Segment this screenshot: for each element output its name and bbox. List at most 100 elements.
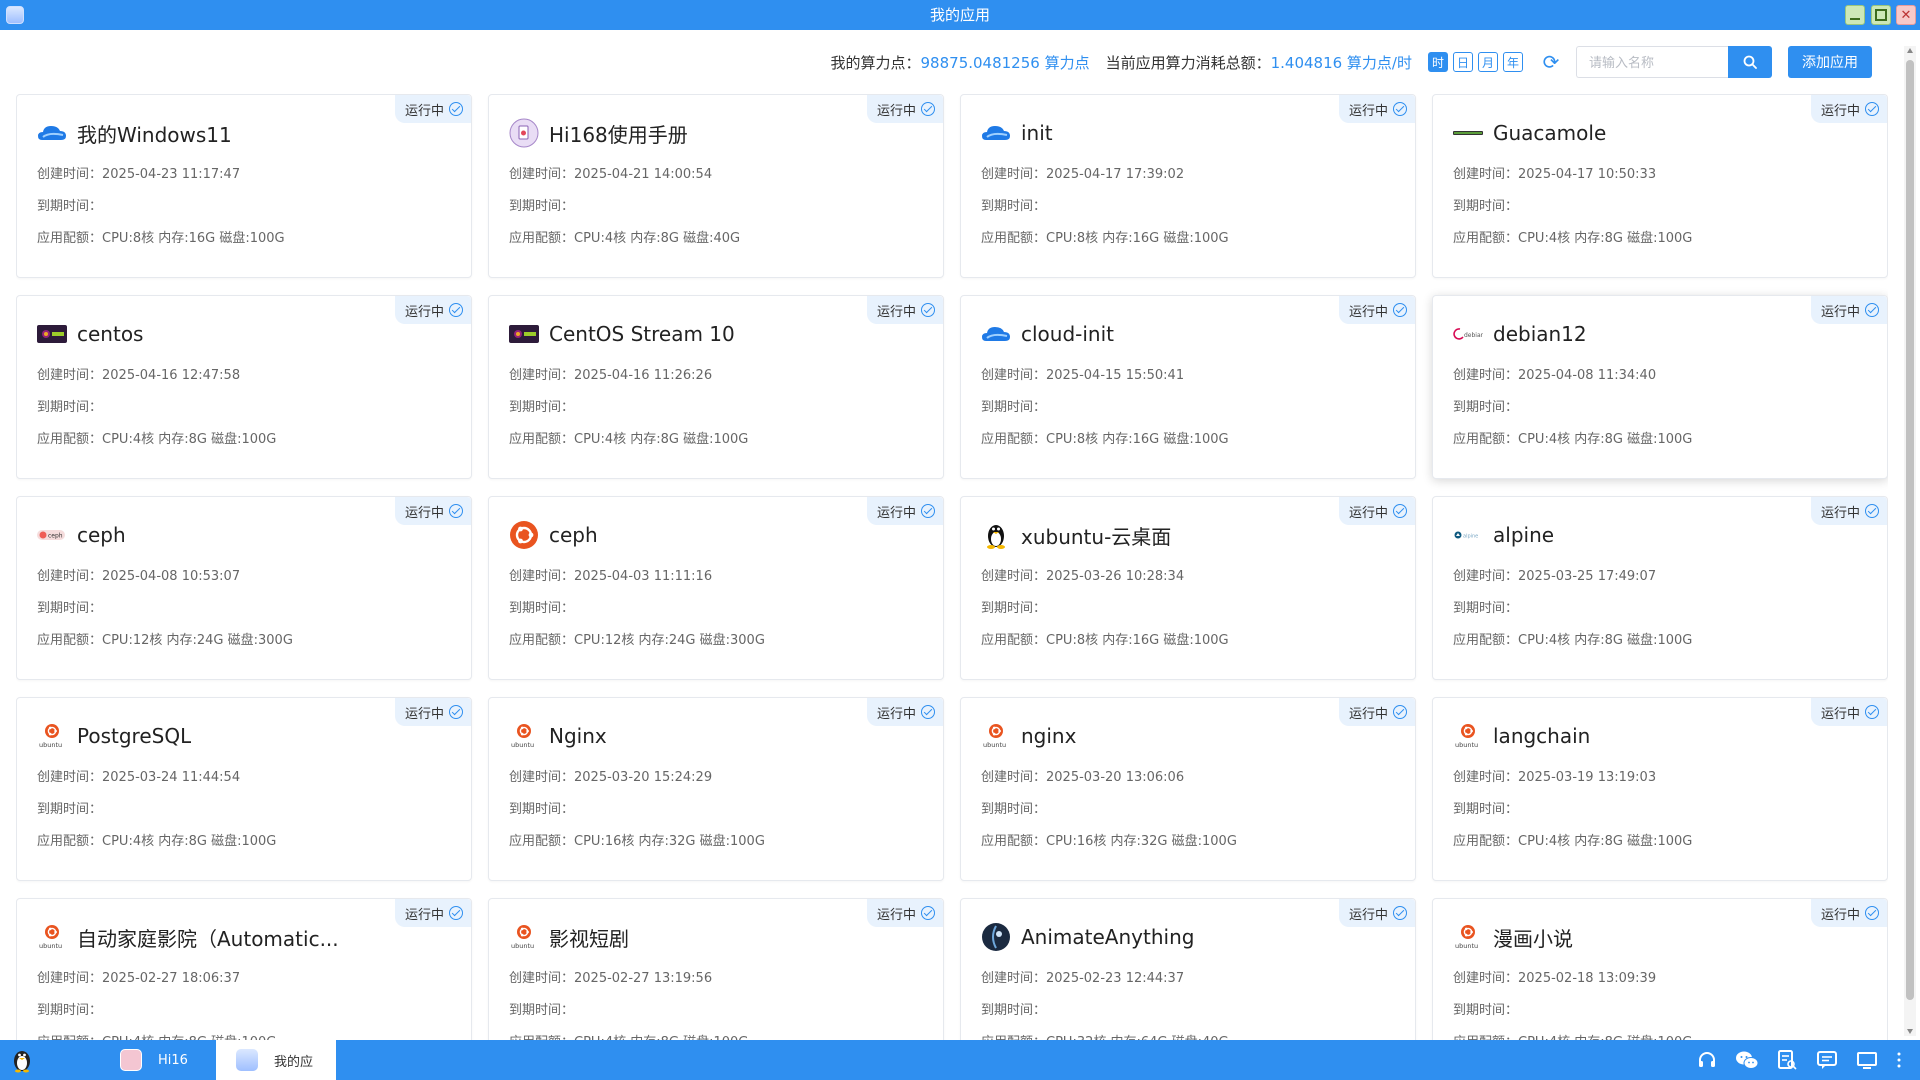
app-name[interactable]: 漫画小说 [1493,923,1573,952]
taskbar-item-my-apps[interactable]: 我的应 [216,1040,336,1080]
search-input[interactable] [1576,46,1728,78]
app-name[interactable]: ceph [549,523,598,547]
scrollbar-thumb[interactable] [1906,60,1914,1000]
app-card[interactable]: 运行中 ubuntu langchain 创建时间：2025-03-19 13:19:… [1432,697,1888,881]
search-button[interactable] [1728,46,1772,78]
config-value: CPU:8核 内存:16G 磁盘:100G [102,231,285,246]
app-quota: 应用配额：CPU:8核 内存:16G 磁盘:100G [981,428,1229,447]
document-search-icon[interactable] [1774,1047,1800,1073]
app-name[interactable]: cloud-init [1021,322,1114,346]
check-circle-icon [449,102,463,116]
app-card[interactable]: 运行中 我的Windows11 创建时间：2025-04-23 11:17:47 到期… [16,94,472,278]
app-card[interactable]: 运行中 alpine alpine 创建时间：2025-03-25 17:49:07 到… [1432,496,1888,680]
app-card[interactable]: 运行中 xubuntu-云桌面 创建时间：2025-03-26 10:28:34 到期… [960,496,1416,680]
status-badge: 运行中 [866,899,943,927]
headset-icon[interactable] [1694,1047,1720,1073]
period-month-button[interactable]: 月 [1478,52,1498,72]
scroll-up-icon[interactable] [1907,48,1913,53]
app-card[interactable]: 运行中 ceph 创建时间：2025-04-03 11:11:16 到期时间： 应用配额… [488,496,944,680]
ubuntu-icon: ubuntu [509,922,539,952]
taskbar-item-hi168[interactable]: Hi16 [120,1040,216,1080]
status-badge: 运行中 [1810,698,1887,726]
app-card[interactable]: 运行中 AnimateAnything 创建时间：2025-02-23 12:44:… [960,898,1416,1040]
check-circle-icon [1865,102,1879,116]
expire-label: 到期时间： [509,802,575,817]
app-quota: 应用配额：CPU:4核 内存:8G 磁盘:100G [37,428,276,447]
app-quota: 应用配额：CPU:16核 内存:32G 磁盘:100G [981,830,1237,849]
app-card[interactable]: 运行中 CentOS Stream 10 创建时间：2025-04-16 11:26… [488,295,944,479]
status-label: 运行中 [1348,505,1388,521]
app-card[interactable]: 运行中 centos 创建时间：2025-04-16 12:47:58 到期时间： 应用… [16,295,472,479]
wechat-icon[interactable] [1734,1047,1760,1073]
app-name[interactable]: xubuntu-云桌面 [1021,521,1171,550]
penguin-icon [14,1051,30,1073]
created-label: 创建时间： [509,368,575,383]
card-header: ubuntu 自动家庭影院（Automatic... [37,921,341,953]
maximize-button[interactable] [1871,5,1891,25]
app-name[interactable]: 自动家庭影院（Automatic... [77,923,339,952]
more-icon[interactable] [1886,1047,1912,1073]
app-quota: 应用配额：CPU:4核 内存:8G 磁盘:100G [37,1031,276,1040]
created-value: 2025-03-19 13:19:03 [1518,770,1657,785]
scroll-down-icon[interactable] [1907,1029,1913,1034]
app-quota: 应用配额：CPU:4核 内存:8G 磁盘:100G [37,830,276,849]
minimize-button[interactable] [1845,5,1865,25]
app-name[interactable]: centos [77,322,143,346]
created-label: 创建时间： [37,167,103,182]
app-name[interactable]: AnimateAnything [1021,925,1194,949]
app-card[interactable]: 运行中 ubuntu Nginx 创建时间：2025-03-20 15:24:29 到期… [488,697,944,881]
vertical-scrollbar[interactable] [1904,46,1916,1036]
app-card[interactable]: 运行中 ubuntu 漫画小说 创建时间：2025-02-18 13:09:39 到期时… [1432,898,1888,1040]
app-card[interactable]: 运行中 cloud-init 创建时间：2025-04-15 15:50:41 到期时… [960,295,1416,479]
check-circle-icon [1865,906,1879,920]
app-card[interactable]: 运行中 ubuntu nginx 创建时间：2025-03-20 13:06:06 到期… [960,697,1416,881]
config-label: 应用配额： [509,633,575,648]
refresh-icon[interactable]: ⟳ [1540,51,1562,73]
app-name[interactable]: Nginx [549,724,607,748]
app-name[interactable]: PostgreSQL [77,724,191,748]
card-header: Guacamole [1453,117,1757,149]
app-card[interactable]: 运行中 ubuntu 自动家庭影院（Automatic... 创建时间：2025-02… [16,898,472,1040]
app-name[interactable]: alpine [1493,523,1554,547]
period-day-button[interactable]: 日 [1453,52,1473,72]
app-card[interactable]: 运行中 Guacamole 创建时间：2025-04-17 10:50:33 到期时间… [1432,94,1888,278]
app-card[interactable]: 运行中 debian debian12 创建时间：2025-04-08 11:34:4… [1432,295,1888,479]
created-value: 2025-03-25 17:49:07 [1518,569,1657,584]
status-badge: 运行中 [394,95,471,123]
app-name[interactable]: 影视短剧 [549,923,629,952]
debian-icon: debian [1453,319,1483,349]
card-header: ubuntu nginx [981,720,1285,752]
period-year-button[interactable]: 年 [1503,52,1523,72]
app-card[interactable]: 运行中 ubuntu 影视短剧 创建时间：2025-02-27 13:19:56 到期时… [488,898,944,1040]
app-card[interactable]: 运行中 ceph ceph 创建时间：2025-04-08 10:53:07 到期时间：… [16,496,472,680]
app-card[interactable]: 运行中 init 创建时间：2025-04-17 17:39:02 到期时间： 应用配额… [960,94,1416,278]
app-name[interactable]: Guacamole [1493,121,1606,145]
chat-icon[interactable] [1814,1047,1840,1073]
app-card[interactable]: 运行中 ubuntu PostgreSQL 创建时间：2025-03-24 11:44… [16,697,472,881]
expire-time: 到期时间： [37,195,102,214]
start-button[interactable] [8,1046,36,1074]
period-hour-button[interactable]: 时 [1428,52,1448,72]
card-header: Hi168使用手册 [509,117,813,149]
app-name[interactable]: Hi168使用手册 [549,119,688,148]
config-label: 应用配额： [1453,834,1519,849]
app-name[interactable]: debian12 [1493,322,1587,346]
status-label: 运行中 [1348,103,1388,119]
monitor-icon[interactable] [1854,1047,1880,1073]
app-name[interactable]: init [1021,121,1053,145]
card-header: ceph [509,519,813,551]
app-name[interactable]: nginx [1021,724,1076,748]
close-button[interactable]: ✕ [1896,5,1916,25]
check-circle-icon [449,303,463,317]
config-value: CPU:12核 内存:24G 磁盘:300G [574,633,765,648]
system-tray [1680,1040,1912,1080]
config-value: CPU:16核 内存:32G 磁盘:100G [574,834,765,849]
add-app-button[interactable]: 添加应用 [1788,46,1872,78]
app-quota: 应用配额：CPU:16核 内存:32G 磁盘:100G [509,830,765,849]
app-name[interactable]: CentOS Stream 10 [549,322,735,346]
app-name[interactable]: langchain [1493,724,1590,748]
app-name[interactable]: 我的Windows11 [77,119,232,148]
app-name[interactable]: ceph [77,523,126,547]
app-card[interactable]: 运行中 Hi168使用手册 创建时间：2025-04-21 14:00:54 到期时间… [488,94,944,278]
expire-time: 到期时间： [981,597,1046,616]
